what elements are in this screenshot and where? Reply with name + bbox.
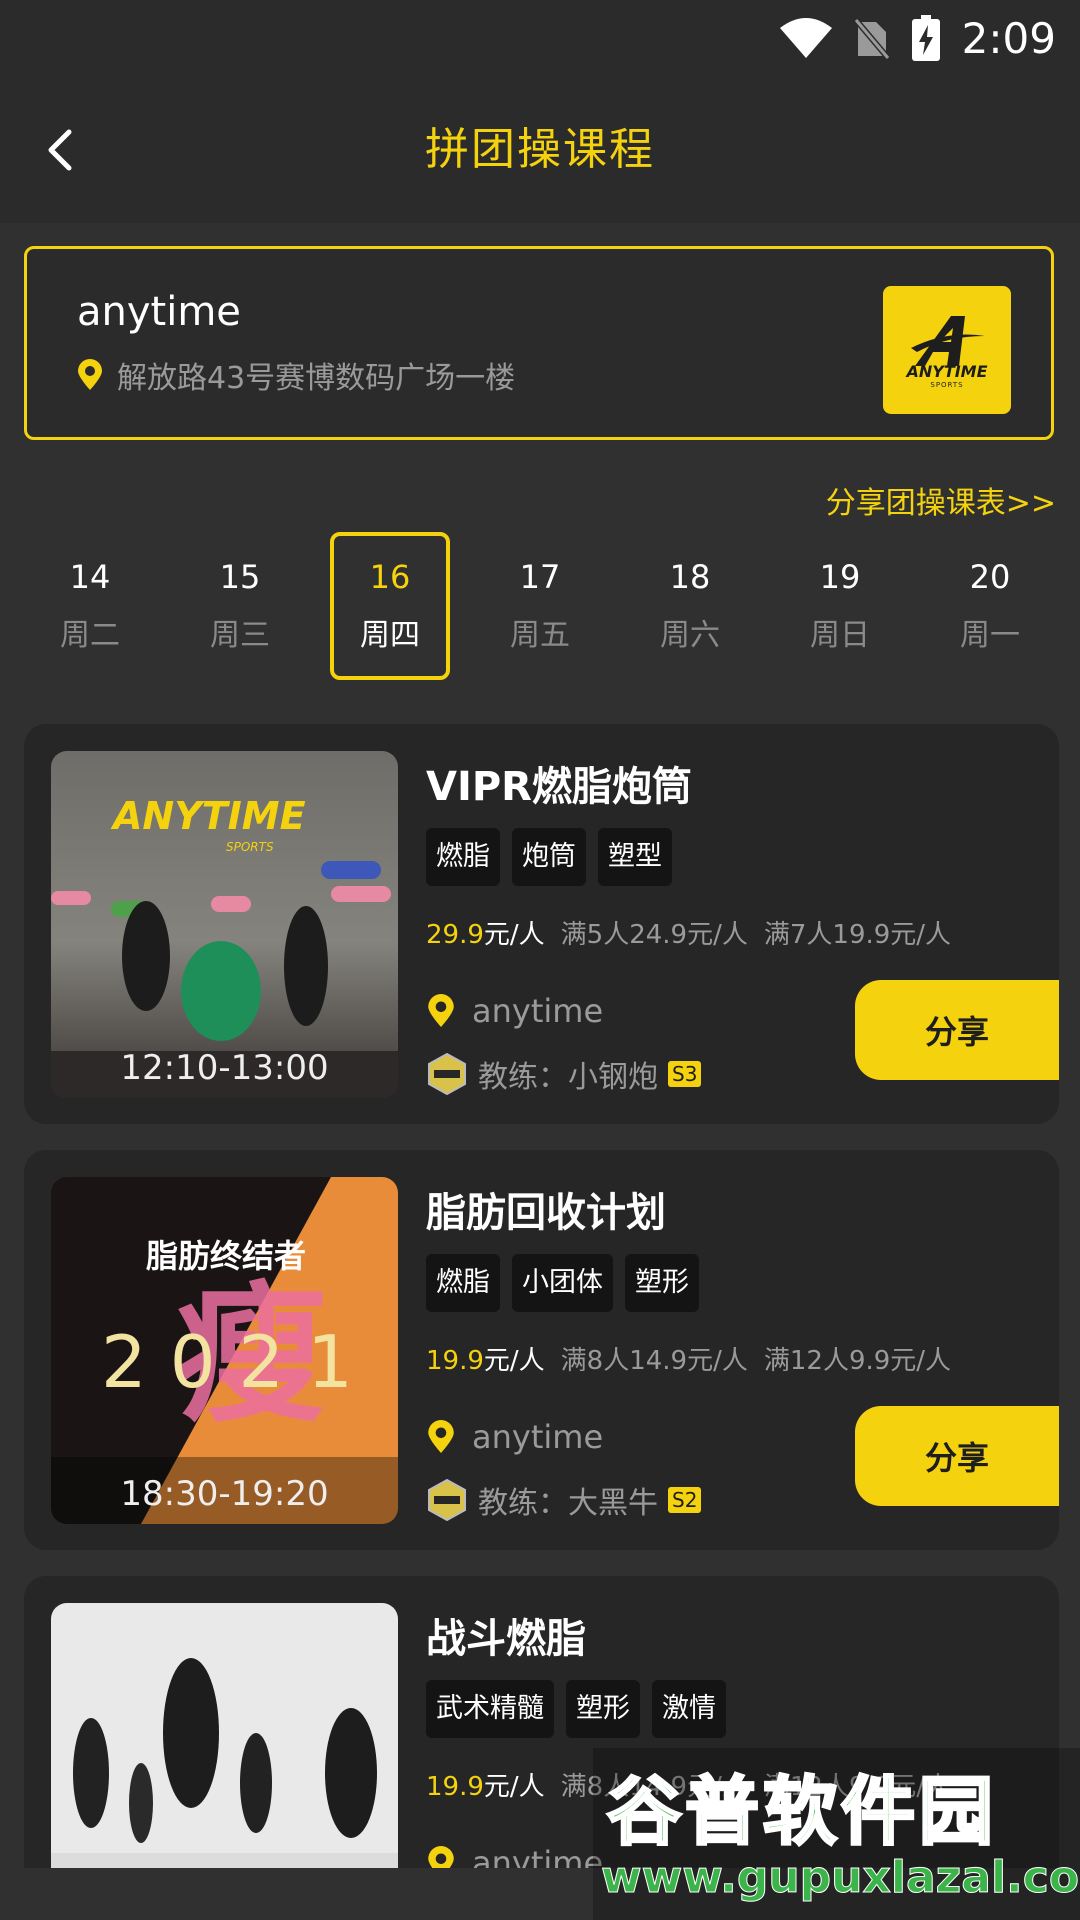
- course-tag: 激情: [652, 1680, 726, 1738]
- coach-badge-icon: [428, 1479, 466, 1521]
- store-card[interactable]: anytime 解放路43号赛博数码广场一楼 ANYTIME SPORTS: [24, 246, 1054, 440]
- date-day: 15: [219, 558, 261, 596]
- date-tab-19[interactable]: 19 周日: [780, 532, 900, 680]
- date-weekday: 周六: [660, 618, 720, 653]
- course-time: 18:30-19:20: [120, 1474, 329, 1514]
- wifi-icon: [779, 18, 832, 58]
- price-row: 29.9元/人 满5人24.9元/人 满7人19.9元/人: [426, 914, 967, 951]
- battery-charging-icon: [911, 15, 940, 61]
- store-name: anytime: [77, 289, 241, 335]
- share-button[interactable]: 分享: [855, 1406, 1059, 1506]
- no-sim-icon: [853, 18, 890, 60]
- coach-name: 教练：大黑牛: [478, 1486, 658, 1521]
- app-header: 拼团操课程: [0, 75, 1080, 223]
- share-button[interactable]: 分享: [855, 980, 1059, 1080]
- course-photo-image: [51, 1658, 398, 1893]
- course-time: 12:10-13:00: [120, 1048, 329, 1088]
- price-value: 19.9: [426, 1346, 484, 1376]
- status-bar: 2:09: [0, 0, 1080, 75]
- price-unit: 元/人: [483, 920, 545, 950]
- date-tab-17[interactable]: 17 周五: [480, 532, 600, 680]
- course-title: VIPR燃脂炮筒: [426, 764, 692, 810]
- date-day: 16: [369, 558, 411, 596]
- course-tag: 塑型: [598, 828, 672, 886]
- status-time: 2:09: [961, 13, 1056, 63]
- date-weekday: 周日: [810, 618, 870, 653]
- coach-row: 教练：大黑牛 S2: [426, 1478, 702, 1522]
- course-thumbnail: ANYTIME SPORTS 12:10-13:00: [51, 751, 398, 1098]
- date-tabs: 14 周二 15 周三 16 周四 17 周五 18 周六 19 周日 20 周…: [30, 532, 1050, 680]
- coach-badge-icon: [428, 1053, 466, 1095]
- course-tags: 燃脂 炮筒 塑型: [426, 828, 672, 886]
- anytime-logo-icon: [911, 315, 985, 366]
- date-weekday: 周四: [360, 618, 420, 653]
- course-tag: 塑形: [566, 1680, 640, 1738]
- course-location-row: anytime: [426, 992, 603, 1030]
- date-weekday: 周三: [210, 618, 270, 653]
- store-logo: ANYTIME SPORTS: [883, 286, 1011, 414]
- course-tag: 燃脂: [426, 1254, 500, 1312]
- course-card[interactable]: 脂肪终结者 瘦 2 0 2 1 18:30-19:20 脂肪回收计划 燃脂 小团…: [24, 1150, 1059, 1550]
- date-weekday: 周五: [510, 618, 570, 653]
- price-value: 19.9: [426, 1772, 484, 1802]
- course-thumbnail: 脂肪终结者 瘦 2 0 2 1 18:30-19:20: [51, 1177, 398, 1524]
- date-day: 20: [969, 558, 1011, 596]
- coach-level-badge: S2: [668, 1487, 702, 1513]
- course-tags: 燃脂 小团体 塑形: [426, 1254, 699, 1312]
- course-tag: 燃脂: [426, 828, 500, 886]
- coach-row: 教练：小钢炮 S3: [426, 1052, 702, 1096]
- course-thumbnail: [51, 1603, 398, 1893]
- date-tab-16-selected[interactable]: 16 周四: [330, 532, 450, 680]
- poster-brand-text: ANYTIME: [110, 794, 306, 838]
- price-row: 19.9元/人 满8人14.9元/人 满12人9.9元/人: [426, 1340, 967, 1377]
- course-location: anytime: [472, 992, 604, 1030]
- price-unit: 元/人: [483, 1346, 545, 1376]
- status-icons: 2:09: [779, 8, 1056, 68]
- course-tag: 武术精髓: [426, 1680, 554, 1738]
- price-unit: 元/人: [483, 1772, 545, 1802]
- price-tier: 满7人19.9元/人: [763, 920, 952, 950]
- course-card[interactable]: ANYTIME SPORTS 12:10-13:00 VIPR燃脂炮筒 燃脂 炮…: [24, 724, 1059, 1124]
- page-title: 拼团操课程: [425, 124, 655, 175]
- course-location-row: anytime: [426, 1418, 603, 1456]
- price-value: 29.9: [426, 920, 484, 950]
- location-pin-icon: [428, 1420, 454, 1453]
- price-tier: 满8人14.9元/人: [560, 1346, 748, 1376]
- watermark: 谷普软件园 www.gupuxlazal.com: [593, 1748, 1080, 1920]
- date-day: 18: [669, 558, 711, 596]
- location-pin-icon: [78, 359, 102, 390]
- location-pin-icon: [428, 994, 454, 1027]
- logo-brand-text: ANYTIME: [906, 361, 988, 381]
- logo-sub-text: SPORTS: [930, 380, 964, 389]
- date-weekday: 周一: [960, 618, 1020, 653]
- date-day: 14: [69, 558, 111, 596]
- course-photo-image: ANYTIME SPORTS: [51, 794, 398, 1098]
- course-title: 脂肪回收计划: [426, 1190, 666, 1236]
- date-tab-14[interactable]: 14 周二: [30, 532, 150, 680]
- course-tag: 小团体: [512, 1254, 613, 1312]
- course-location: anytime: [472, 1418, 604, 1456]
- coach-level-badge: S3: [668, 1061, 702, 1087]
- watermark-title: 谷普软件园: [606, 1768, 997, 1857]
- course-tag: 塑形: [625, 1254, 699, 1312]
- store-address-row: 解放路43号赛博数码广场一楼: [77, 353, 515, 397]
- poster-sub-text: SPORTS: [226, 840, 274, 854]
- share-schedule-link[interactable]: 分享团操课表>>: [826, 478, 1056, 522]
- store-address: 解放路43号赛博数码广场一楼: [117, 361, 516, 396]
- date-weekday: 周二: [60, 618, 120, 653]
- date-tab-20[interactable]: 20 周一: [930, 532, 1050, 680]
- watermark-url: www.gupuxlazal.com: [601, 1852, 1080, 1904]
- date-day: 19: [819, 558, 861, 596]
- course-title: 战斗燃脂: [426, 1616, 586, 1662]
- course-tags: 武术精髓 塑形 激情: [426, 1680, 726, 1738]
- date-tab-15[interactable]: 15 周三: [180, 532, 300, 680]
- coach-name: 教练：小钢炮: [478, 1060, 658, 1095]
- price-tier: 满5人24.9元/人: [560, 920, 748, 950]
- poster-year: 2 0 2 1: [101, 1320, 353, 1404]
- date-day: 17: [519, 558, 561, 596]
- course-poster-image: 脂肪终结者 瘦 2 0 2 1: [51, 1177, 398, 1524]
- price-tier: 满12人9.9元/人: [763, 1346, 952, 1376]
- course-tag: 炮筒: [512, 828, 586, 886]
- date-tab-18[interactable]: 18 周六: [630, 532, 750, 680]
